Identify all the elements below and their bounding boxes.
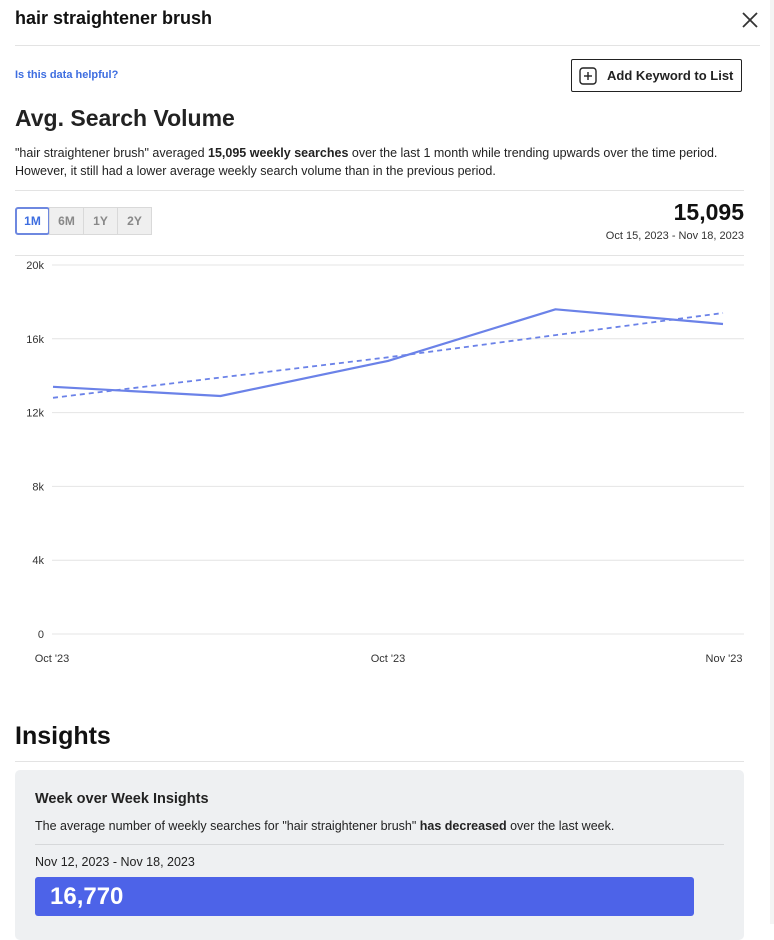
volume-line: [52, 308, 724, 398]
y-tick-label: 20k: [26, 260, 44, 272]
week-volume-bar: 16,770: [35, 877, 694, 916]
week-insights-text: The average number of weekly searches fo…: [35, 819, 615, 833]
summary-divider: [15, 190, 744, 191]
week-volume-value: 16,770: [50, 882, 124, 910]
x-tick-label: Oct '23: [35, 653, 70, 665]
week-insights-title: Week over Week Insights: [35, 791, 209, 807]
search-volume-title: Avg. Search Volume: [15, 105, 235, 131]
tab-6m[interactable]: 6M: [49, 207, 84, 235]
scrollbar[interactable]: [770, 0, 774, 924]
keyword-title: hair straightener brush: [15, 8, 213, 28]
trend-highlight: has decreased: [419, 819, 507, 833]
y-tick-label: 12k: [26, 408, 44, 420]
y-tick-label: 0: [38, 629, 44, 641]
y-tick-label: 16k: [26, 334, 44, 346]
tab-1y[interactable]: 1Y: [83, 207, 118, 235]
tab-2y[interactable]: 2Y: [117, 207, 152, 235]
plus-square-icon: [579, 66, 597, 85]
card-divider: [35, 844, 724, 845]
insights-title: Insights: [15, 722, 111, 750]
trend-line: [52, 312, 724, 399]
average-volume-value: 15,095: [673, 199, 744, 225]
add-keyword-button[interactable]: Add Keyword to List: [571, 59, 742, 92]
volume-date-range: Oct 15, 2023 - Nov 18, 2023: [605, 230, 744, 242]
x-tick-label: Oct '23: [371, 653, 406, 665]
add-keyword-label: Add Keyword to List: [607, 68, 734, 83]
tab-1m[interactable]: 1M: [15, 207, 50, 235]
y-tick-label: 4k: [32, 555, 44, 567]
search-volume-chart: 20k 16k 12k 8k 4k 0 Oct '23 Oct '23 Nov '23: [26, 260, 744, 665]
week-date-range: Nov 12, 2023 - Nov 18, 2023: [35, 855, 195, 869]
summary-highlight: 15,095 weekly searches: [208, 146, 349, 160]
data-helpful-link[interactable]: Is this data helpful?: [15, 69, 118, 81]
x-tick-label: Nov '23: [706, 653, 743, 665]
close-icon[interactable]: [739, 9, 761, 31]
header-divider: [15, 45, 760, 46]
range-tabs: 1M 6M 1Y 2Y: [15, 207, 152, 235]
y-tick-label: 8k: [32, 481, 44, 493]
volume-summary: "hair straightener brush" averaged 15,09…: [15, 146, 718, 178]
insights-divider: [15, 761, 744, 762]
